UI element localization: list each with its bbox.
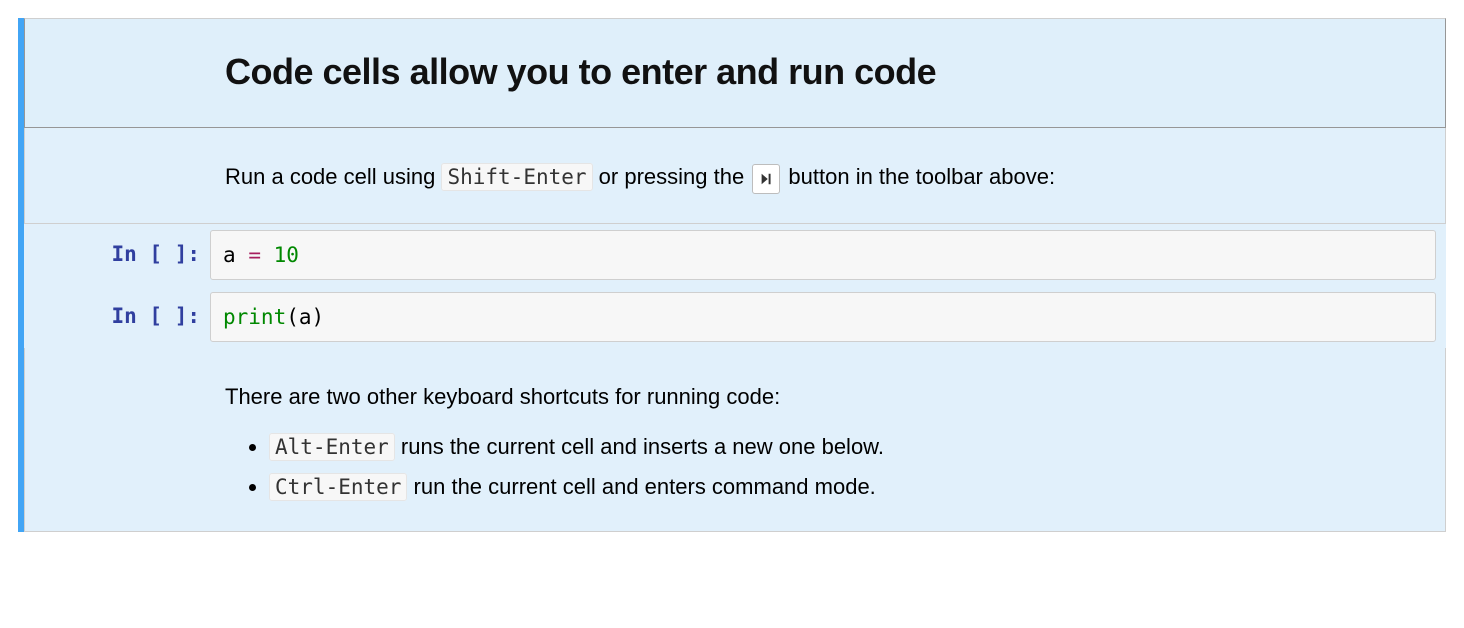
markdown-cell-shortcuts[interactable]: There are two other keyboard shortcuts f…	[18, 348, 1446, 531]
code-token-op: =	[248, 243, 261, 267]
heading-title: Code cells allow you to enter and run co…	[25, 19, 1445, 127]
shortcuts-intro: There are two other keyboard shortcuts f…	[225, 382, 1425, 413]
shortcut-list: Alt-Enter runs the current cell and inse…	[225, 427, 1425, 507]
code-input-area[interactable]: a = 10	[210, 230, 1436, 280]
shortcut-text: runs the current cell and inserts a new …	[395, 434, 884, 459]
intro-paragraph: Run a code cell using Shift-Enter or pre…	[225, 162, 1425, 193]
list-item: Ctrl-Enter run the current cell and ente…	[269, 467, 1425, 507]
code-cell-2[interactable]: In [ ]: print(a)	[18, 286, 1446, 348]
kbd-shift-enter: Shift-Enter	[441, 163, 592, 191]
code-token-paren: (	[286, 305, 299, 329]
code-cell-1[interactable]: In [ ]: a = 10	[18, 224, 1446, 286]
input-prompt: In [ ]:	[24, 230, 210, 280]
markdown-cell-intro[interactable]: Run a code cell using Shift-Enter or pre…	[18, 128, 1446, 224]
code-token-paren: )	[312, 305, 325, 329]
run-button-icon	[752, 164, 780, 194]
code-token-func: print	[223, 305, 286, 329]
kbd-ctrl-enter: Ctrl-Enter	[269, 473, 407, 501]
list-item: Alt-Enter runs the current cell and inse…	[269, 427, 1425, 467]
markdown-cell-title[interactable]: Code cells allow you to enter and run co…	[18, 18, 1446, 128]
step-forward-icon	[759, 172, 773, 186]
code-token-num: 10	[274, 243, 299, 267]
code-token-arg: a	[299, 305, 312, 329]
code-token-var: a	[223, 243, 236, 267]
code-input-area[interactable]: print(a)	[210, 292, 1436, 342]
notebook: Code cells allow you to enter and run co…	[0, 0, 1464, 532]
kbd-alt-enter: Alt-Enter	[269, 433, 395, 461]
intro-text-mid: or pressing the	[593, 164, 751, 189]
input-prompt: In [ ]:	[24, 292, 210, 342]
intro-text-pre: Run a code cell using	[225, 164, 441, 189]
intro-text-post: button in the toolbar above:	[782, 164, 1055, 189]
shortcut-text: run the current cell and enters command …	[407, 474, 875, 499]
